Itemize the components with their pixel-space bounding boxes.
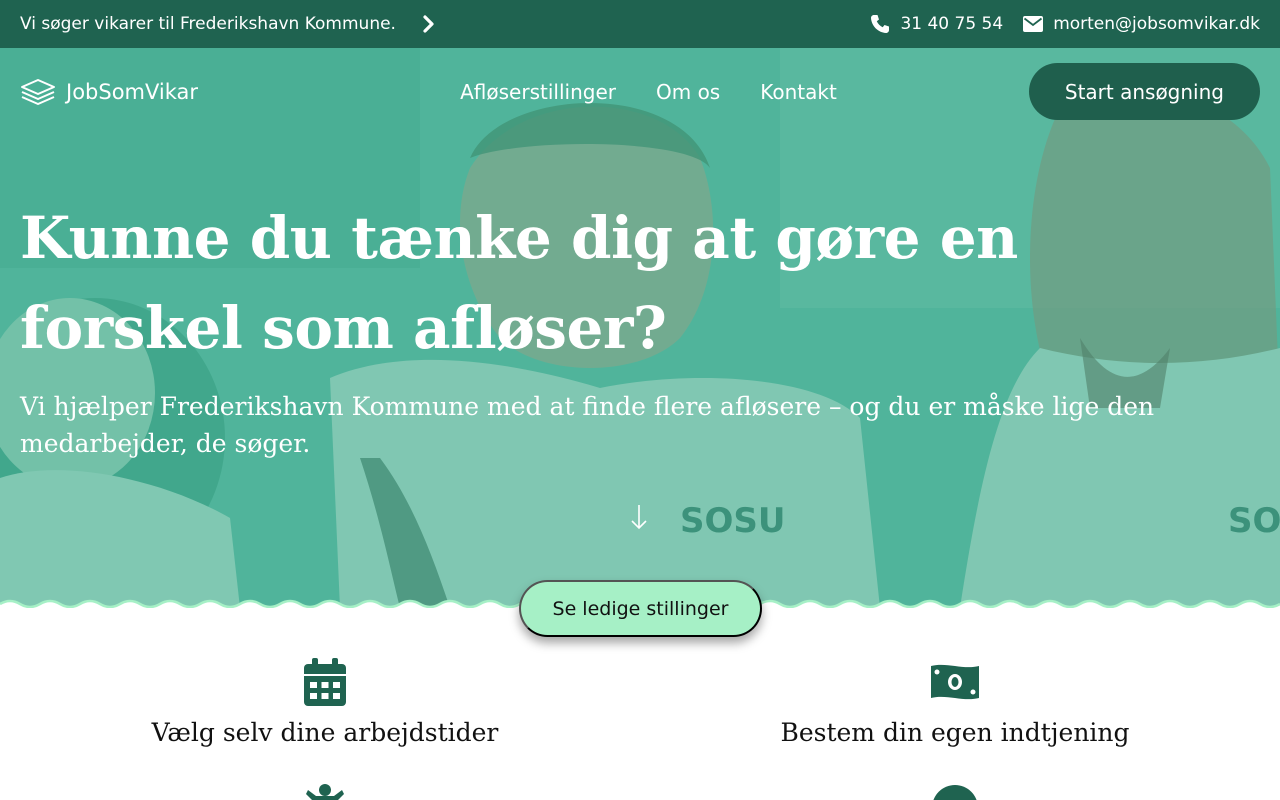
email-link[interactable]: morten@jobsomvikar.dk: [1023, 14, 1260, 34]
site-logo[interactable]: JobSomVikar: [20, 78, 198, 106]
envelope-icon: [1023, 16, 1044, 32]
hero-section: SOSU SO JobSomVikar Afløserstillinger Om…: [0, 48, 1280, 608]
top-announcement-bar: Vi søger vikarer til Frederikshavn Kommu…: [0, 0, 1280, 48]
circle-icon-partial: [933, 785, 977, 800]
arrow-down-icon[interactable]: [629, 503, 649, 531]
feature-earnings: Bestem din egen indtjening: [635, 658, 1275, 747]
nav-link-om-os[interactable]: Om os: [656, 80, 720, 104]
calendar-icon: [304, 658, 346, 706]
money-bill-icon: [931, 664, 979, 700]
email-address: morten@jobsomvikar.dk: [1053, 14, 1260, 34]
feature-title-hours: Vælg selv dine arbejdstider: [151, 718, 499, 747]
nav-link-kontakt[interactable]: Kontakt: [760, 80, 837, 104]
phone-number: 31 40 75 54: [900, 14, 1004, 34]
main-navbar: JobSomVikar Afløserstillinger Om os Kont…: [0, 63, 1280, 120]
see-vacancies-button[interactable]: Se ledige stillinger: [519, 580, 762, 637]
feature-title-earnings: Bestem din egen indtjening: [780, 718, 1130, 747]
hero-subtitle: Vi hjælper Frederikshavn Kommune med at …: [20, 392, 1155, 458]
phone-icon: [871, 15, 890, 33]
person-icon-partial: [306, 784, 344, 800]
announcement-link[interactable]: Vi søger vikarer til Frederikshavn Kommu…: [20, 14, 436, 34]
start-application-button[interactable]: Start ansøgning: [1028, 63, 1260, 120]
stacked-layers-icon: [21, 78, 55, 105]
feature-working-hours: Vælg selv dine arbejdstider: [5, 658, 645, 747]
hero-title: Kunne du tænke dig at gøre en forskel so…: [20, 204, 1018, 362]
nav-links: Afløserstillinger Om os Kontakt: [460, 80, 837, 104]
chevron-right-icon: [423, 15, 434, 33]
phone-link[interactable]: 31 40 75 54: [870, 14, 1003, 34]
logo-text: JobSomVikar: [66, 79, 199, 104]
nav-link-afloserstillinger[interactable]: Afløserstillinger: [460, 80, 616, 104]
announcement-text: Vi søger vikarer til Frederikshavn Kommu…: [20, 14, 396, 34]
